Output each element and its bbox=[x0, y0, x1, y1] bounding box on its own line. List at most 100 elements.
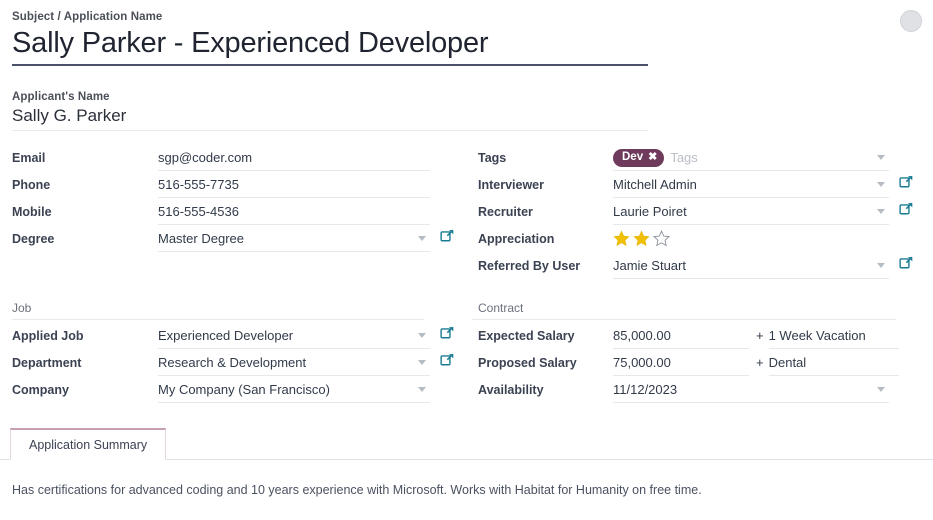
field-row-department: Department Research & Development bbox=[0, 353, 466, 380]
label-phone: Phone bbox=[0, 175, 158, 195]
chevron-down-icon[interactable] bbox=[877, 209, 885, 214]
subject-field-group: Subject / Application Name Sally Parker … bbox=[12, 10, 648, 66]
chevron-down-icon[interactable] bbox=[418, 333, 426, 338]
chevron-down-icon[interactable] bbox=[418, 360, 426, 365]
proposed-bonus-plus: + bbox=[749, 353, 769, 372]
job-section-title: Job bbox=[0, 300, 466, 316]
contract-section: Contract Expected Salary 85,000.00 + 1 W… bbox=[466, 300, 933, 407]
input-availability-date[interactable]: 11/12/2023 bbox=[613, 380, 889, 403]
field-row-interviewer: Interviewer Mitchell Admin bbox=[466, 175, 933, 202]
input-proposed-bonus[interactable]: Dental bbox=[769, 353, 899, 376]
input-mobile[interactable]: 516-555-4536 bbox=[158, 202, 430, 225]
applied-job-value-text: Experienced Developer bbox=[158, 328, 293, 343]
star-rating bbox=[613, 229, 889, 247]
contact-fields-column: Email sgp@coder.com Phone 516-555-7735 M… bbox=[0, 148, 466, 256]
chevron-down-icon[interactable] bbox=[418, 387, 426, 392]
field-row-phone: Phone 516-555-7735 bbox=[0, 175, 466, 202]
input-phone[interactable]: 516-555-7735 bbox=[158, 175, 430, 198]
external-link-icon[interactable] bbox=[899, 255, 917, 273]
label-company: Company bbox=[0, 380, 158, 400]
label-tags: Tags bbox=[466, 148, 613, 168]
applicant-underline bbox=[12, 130, 648, 131]
chevron-down-icon[interactable] bbox=[877, 155, 885, 160]
input-email[interactable]: sgp@coder.com bbox=[158, 148, 430, 171]
input-expected-salary[interactable]: 85,000.00 bbox=[613, 326, 749, 349]
application-summary-text[interactable]: Has certifications for advanced coding a… bbox=[12, 481, 912, 499]
subject-caption: Subject / Application Name bbox=[12, 10, 648, 24]
field-row-recruiter: Recruiter Laurie Poiret bbox=[466, 202, 933, 229]
select-interviewer[interactable]: Mitchell Admin bbox=[613, 175, 889, 198]
recruiter-value-text: Laurie Poiret bbox=[613, 204, 687, 219]
field-row-proposed-salary: Proposed Salary 75,000.00 + Dental bbox=[466, 353, 933, 380]
expected-bonus-plus: + bbox=[749, 326, 769, 345]
field-row-mobile: Mobile 516-555-4536 bbox=[0, 202, 466, 229]
external-link-icon[interactable] bbox=[899, 201, 917, 219]
interviewer-value-text: Mitchell Admin bbox=[613, 177, 697, 192]
select-applied-job[interactable]: Experienced Developer bbox=[158, 326, 430, 349]
job-section-divider bbox=[12, 319, 424, 320]
field-row-email: Email sgp@coder.com bbox=[0, 148, 466, 175]
chevron-down-icon[interactable] bbox=[418, 236, 426, 241]
star-filled-icon[interactable] bbox=[613, 230, 630, 247]
close-x-icon[interactable]: ✖ bbox=[648, 152, 657, 163]
label-appreciation: Appreciation bbox=[466, 229, 613, 249]
subject-value[interactable]: Sally Parker - Experienced Developer bbox=[12, 24, 648, 63]
chevron-down-icon[interactable] bbox=[877, 387, 885, 392]
avatar-placeholder-icon[interactable] bbox=[900, 10, 922, 32]
field-row-appreciation: Appreciation bbox=[466, 229, 933, 256]
select-referred-by-user[interactable]: Jamie Stuart bbox=[613, 256, 889, 279]
tags-placeholder-text: Tags bbox=[670, 148, 697, 167]
availability-value-text: 11/12/2023 bbox=[613, 382, 677, 397]
label-availability: Availability bbox=[466, 380, 613, 400]
department-value-text: Research & Development bbox=[158, 355, 306, 370]
tab-bar: Application Summary bbox=[0, 428, 933, 460]
field-row-availability: Availability 11/12/2023 bbox=[466, 380, 933, 407]
chevron-down-icon[interactable] bbox=[877, 263, 885, 268]
applicant-caption: Applicant's Name bbox=[12, 90, 648, 104]
applicant-name-value[interactable]: Sally G. Parker bbox=[12, 104, 648, 128]
label-expected-salary: Expected Salary bbox=[466, 326, 613, 346]
tag-list: Dev ✖ Tags bbox=[613, 148, 889, 167]
field-row-tags: Tags Dev ✖ Tags bbox=[466, 148, 933, 175]
degree-value-text: Master Degree bbox=[158, 231, 244, 246]
field-row-applied-job: Applied Job Experienced Developer bbox=[0, 326, 466, 353]
label-applied-job: Applied Job bbox=[0, 326, 158, 346]
contract-section-title: Contract bbox=[466, 300, 933, 316]
tag-chip-label: Dev bbox=[622, 151, 643, 164]
select-department[interactable]: Research & Development bbox=[158, 353, 430, 376]
details-fields-column: Tags Dev ✖ Tags Interviewer Mitchell Adm… bbox=[466, 148, 933, 283]
field-row-company: Company My Company (San Francisco) bbox=[0, 380, 466, 407]
input-proposed-salary[interactable]: 75,000.00 bbox=[613, 353, 749, 376]
star-outline-icon[interactable] bbox=[653, 230, 670, 247]
label-recruiter: Recruiter bbox=[466, 202, 613, 222]
referred-by-value-text: Jamie Stuart bbox=[613, 258, 686, 273]
label-email: Email bbox=[0, 148, 158, 168]
external-link-icon[interactable] bbox=[440, 352, 458, 370]
label-mobile: Mobile bbox=[0, 202, 158, 222]
tab-application-summary[interactable]: Application Summary bbox=[10, 428, 166, 460]
input-tags[interactable]: Dev ✖ Tags bbox=[613, 148, 889, 171]
star-filled-icon[interactable] bbox=[633, 230, 650, 247]
chevron-down-icon[interactable] bbox=[877, 182, 885, 187]
label-proposed-salary: Proposed Salary bbox=[466, 353, 613, 373]
application-form-sheet: Subject / Application Name Sally Parker … bbox=[0, 0, 933, 520]
job-section: Job Applied Job Experienced Developer De… bbox=[0, 300, 466, 407]
rating-appreciation[interactable] bbox=[613, 229, 889, 250]
field-row-degree: Degree Master Degree bbox=[0, 229, 466, 256]
external-link-icon[interactable] bbox=[440, 325, 458, 343]
applicant-name-field-group: Applicant's Name Sally G. Parker bbox=[12, 90, 648, 131]
subject-underline bbox=[12, 64, 648, 66]
company-value-text: My Company (San Francisco) bbox=[158, 382, 330, 397]
select-recruiter[interactable]: Laurie Poiret bbox=[613, 202, 889, 225]
input-expected-bonus[interactable]: 1 Week Vacation bbox=[769, 326, 899, 349]
field-row-referred-by: Referred By User Jamie Stuart bbox=[466, 256, 933, 283]
select-company[interactable]: My Company (San Francisco) bbox=[158, 380, 430, 403]
external-link-icon[interactable] bbox=[440, 228, 458, 246]
tag-chip-dev[interactable]: Dev ✖ bbox=[613, 149, 664, 167]
external-link-icon[interactable] bbox=[899, 174, 917, 192]
contract-section-divider bbox=[472, 319, 896, 320]
select-degree[interactable]: Master Degree bbox=[158, 229, 430, 252]
field-row-expected-salary: Expected Salary 85,000.00 + 1 Week Vacat… bbox=[466, 326, 933, 353]
label-department: Department bbox=[0, 353, 158, 373]
label-interviewer: Interviewer bbox=[466, 175, 613, 195]
